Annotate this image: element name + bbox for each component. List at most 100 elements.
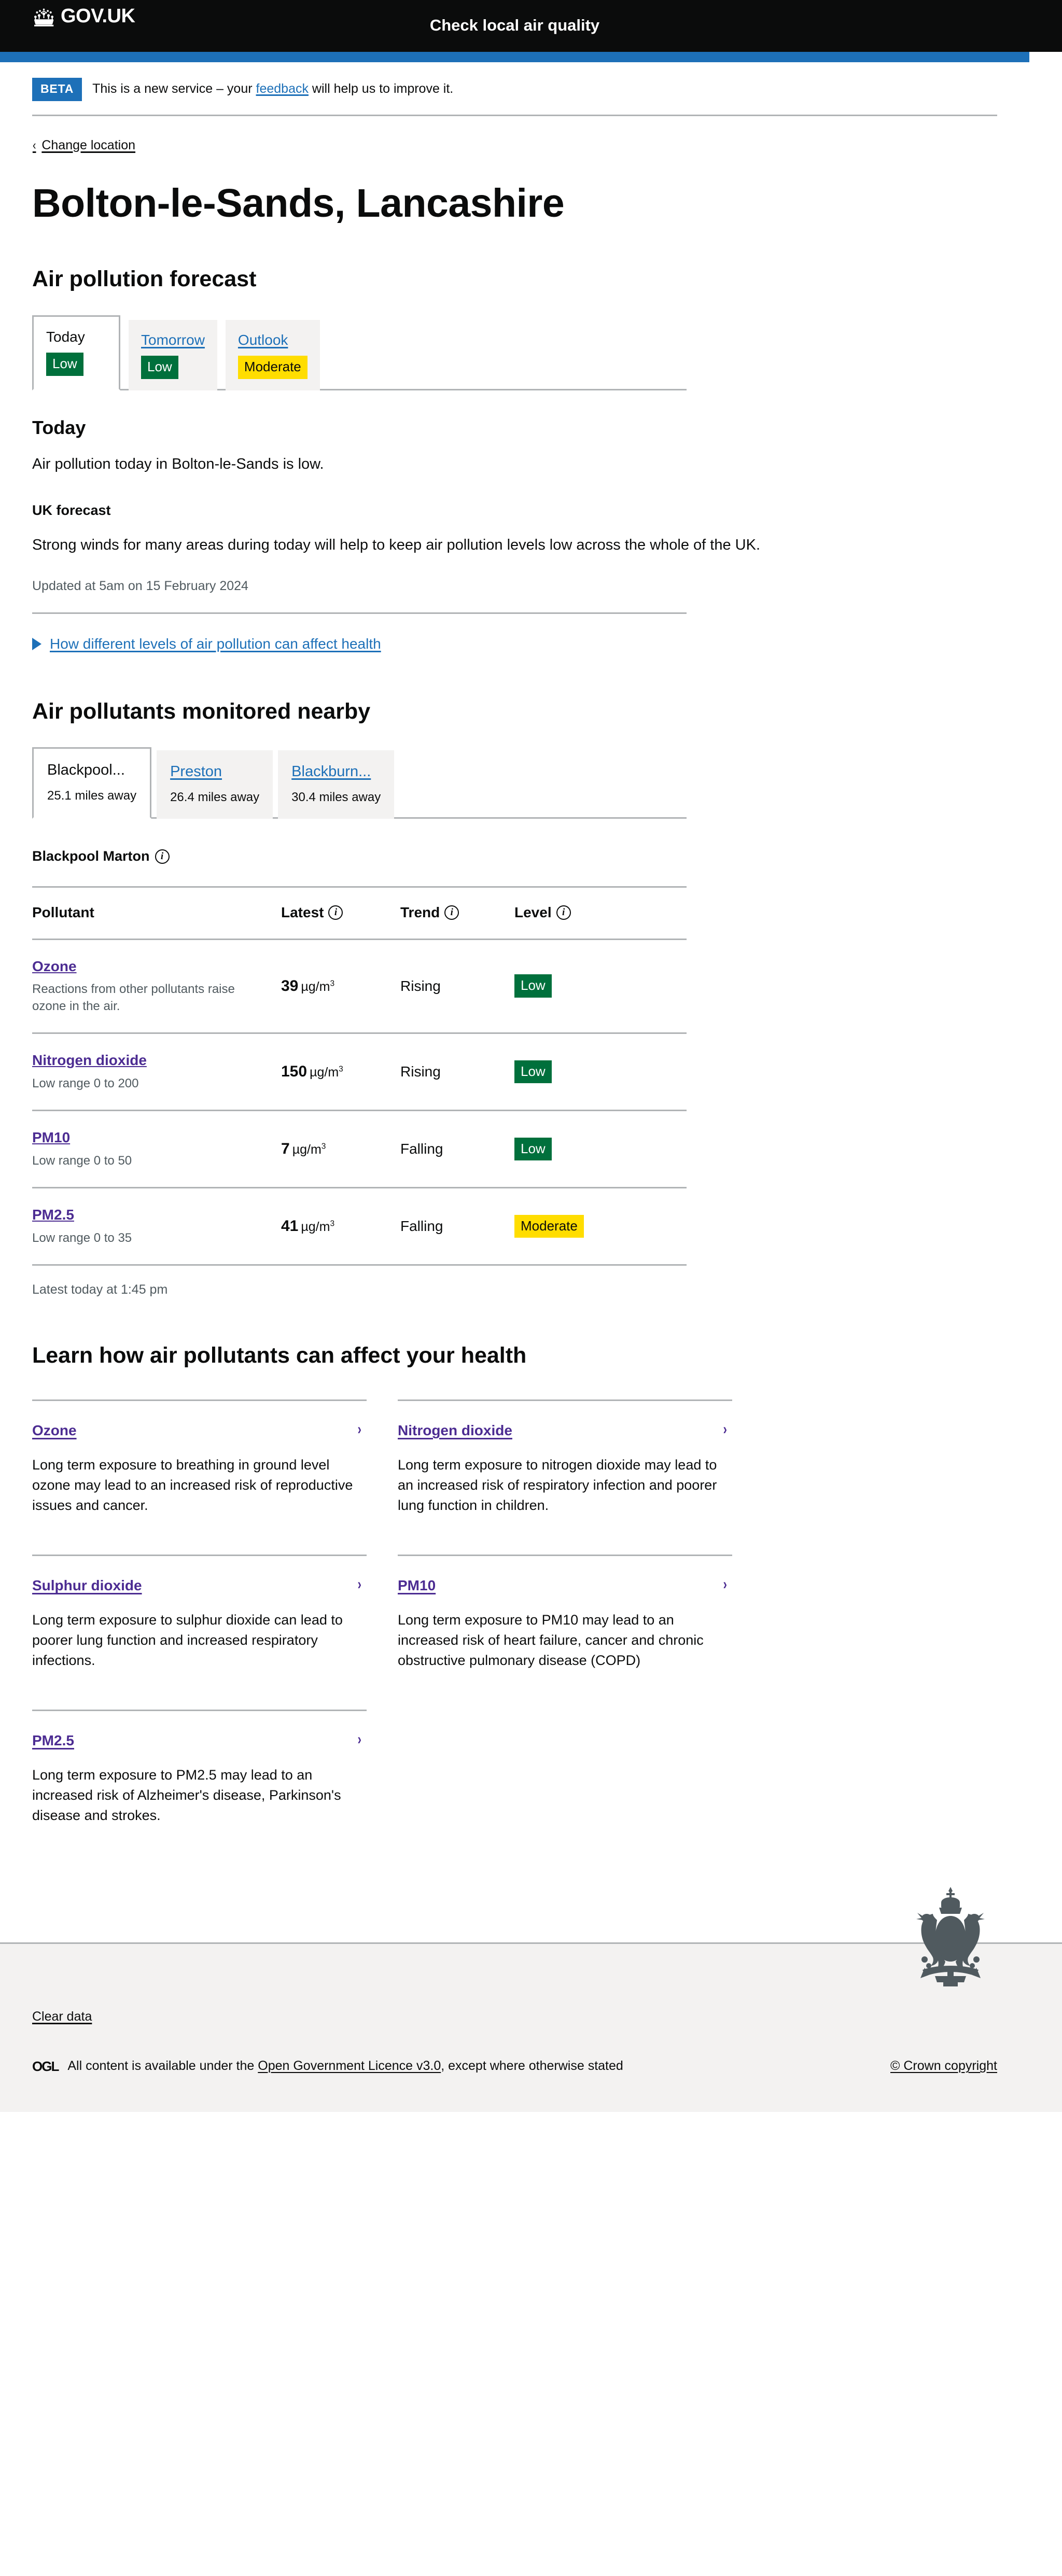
footer-meta: OGL All content is available under the O… bbox=[32, 2059, 997, 2074]
pollutants-heading: Air pollutants monitored nearby bbox=[32, 698, 371, 724]
forecast-tab-panel: Today Air pollution today in Bolton-le-S… bbox=[32, 390, 997, 652]
station-tab-blackburn-name: Blackburn... bbox=[291, 763, 371, 780]
crown-copyright-link[interactable]: © Crown copyright bbox=[890, 2059, 997, 2074]
tab-outlook-badge: Moderate bbox=[237, 356, 308, 379]
forecast-tab-list: Today Low Tomorrow Low Outlook Moderate bbox=[32, 315, 997, 390]
row-no2-pollutant: Nitrogen dioxide Low range 0 to 200 bbox=[32, 1033, 281, 1111]
row-pm25-latest: 41 µg/m3 bbox=[281, 1187, 400, 1266]
station-tab-preston[interactable]: Preston 26.4 miles away bbox=[157, 750, 273, 819]
station-tab-blackpool[interactable]: Blackpool... 25.1 miles away bbox=[32, 747, 152, 819]
pollutant-value-pm10: 7 bbox=[281, 1140, 290, 1157]
chevron-right-icon: › bbox=[723, 1421, 728, 1438]
royal-coat-of-arms-icon bbox=[904, 1885, 997, 1991]
station-tab-blackpool-distance: 25.1 miles away bbox=[47, 789, 137, 803]
beta-tag: BETA bbox=[32, 78, 82, 101]
footer-licence: OGL All content is available under the O… bbox=[32, 2059, 623, 2074]
chevron-left-icon: ‹ bbox=[32, 138, 36, 152]
col-header-pollutant-label: Pollutant bbox=[32, 904, 94, 920]
tab-outlook[interactable]: Outlook Moderate bbox=[225, 319, 320, 390]
health-card-pm25[interactable]: PM2.5 › Long term exposure to PM2.5 may … bbox=[32, 1710, 367, 1865]
clear-data-link[interactable]: Clear data bbox=[32, 2009, 92, 2024]
forecast-updated-text: Updated at 5am on 15 February 2024 bbox=[32, 578, 248, 593]
table-row: PM2.5 Low range 0 to 35 41 µg/m3 Falling … bbox=[32, 1187, 687, 1266]
row-pm25-trend: Falling bbox=[400, 1187, 514, 1266]
change-location-back-link[interactable]: ‹ Change location bbox=[32, 138, 135, 153]
pollutant-value-pm25: 41 bbox=[281, 1217, 299, 1235]
station-tab-blackburn[interactable]: Blackburn... 30.4 miles away bbox=[278, 750, 395, 819]
pollutant-link-pm10[interactable]: PM10 bbox=[32, 1129, 281, 1146]
open-government-licence-link[interactable]: Open Government Licence v3.0 bbox=[258, 2059, 441, 2073]
pollutant-unit-sup-nitrogen-dioxide: 3 bbox=[339, 1065, 343, 1074]
row-no2-trend: Rising bbox=[400, 1033, 514, 1111]
page-title: Bolton-le-Sands, Lancashire bbox=[32, 181, 565, 226]
row-pm10-trend: Falling bbox=[400, 1110, 514, 1188]
row-no2-level: Low bbox=[514, 1033, 687, 1111]
info-icon-latest[interactable]: i bbox=[328, 905, 343, 920]
row-ozone-pollutant: Ozone Reactions from other pollutants ra… bbox=[32, 939, 281, 1034]
pollutant-table-body: Ozone Reactions from other pollutants ra… bbox=[32, 939, 687, 1266]
pollutant-value-ozone: 39 bbox=[281, 977, 299, 995]
row-ozone-level: Low bbox=[514, 939, 687, 1034]
health-card-sulphur-dioxide[interactable]: Sulphur dioxide › Long term exposure to … bbox=[32, 1555, 367, 1710]
col-header-trend: Trend i bbox=[400, 887, 514, 940]
health-card-pm10-title[interactable]: PM10 bbox=[398, 1577, 436, 1594]
tab-tomorrow[interactable]: Tomorrow Low bbox=[129, 319, 217, 390]
station-tab-preston-distance: 26.4 miles away bbox=[170, 790, 260, 805]
pollutant-trend-pm25: Falling bbox=[400, 1217, 443, 1234]
header-blue-bar bbox=[0, 52, 1029, 62]
feedback-link[interactable]: feedback bbox=[256, 81, 309, 96]
footer-licence-text: All content is available under the Open … bbox=[67, 2059, 623, 2074]
health-card-pm10[interactable]: PM10 › Long term exposure to PM10 may le… bbox=[398, 1555, 732, 1710]
health-levels-details-label: How different levels of air pollution ca… bbox=[50, 635, 381, 652]
pollutant-trend-pm10: Falling bbox=[400, 1140, 443, 1157]
uk-forecast-heading: UK forecast bbox=[32, 502, 111, 519]
col-header-level-label: Level bbox=[514, 904, 552, 920]
row-ozone-trend: Rising bbox=[400, 939, 514, 1034]
info-icon-trend[interactable]: i bbox=[444, 905, 459, 920]
pollutant-link-nitrogen-dioxide[interactable]: Nitrogen dioxide bbox=[32, 1052, 281, 1069]
page-footer: Clear data OGL All content is available … bbox=[0, 1887, 1062, 2112]
info-icon-station[interactable]: i bbox=[155, 849, 170, 864]
pollutant-table-head: Pollutant Latest i Trend i Level i bbox=[32, 887, 687, 940]
pollutant-unit-sup-pm25: 3 bbox=[330, 1219, 335, 1228]
info-icon-level[interactable]: i bbox=[556, 905, 571, 920]
tab-outlook-label: Outlook bbox=[237, 331, 288, 348]
health-card-pm10-description: Long term exposure to PM10 may lead to a… bbox=[398, 1612, 704, 1669]
phase-text-after: will help us to improve it. bbox=[308, 81, 454, 96]
table-row: PM10 Low range 0 to 50 7 µg/m3 Falling Lo… bbox=[32, 1110, 687, 1188]
station-heading: Blackpool Marton i bbox=[32, 848, 997, 865]
health-heading: Learn how air pollutants can affect your… bbox=[32, 1342, 527, 1368]
pollutant-unit-sup-ozone: 3 bbox=[330, 979, 335, 988]
health-card-nitrogen-dioxide-title[interactable]: Nitrogen dioxide bbox=[398, 1422, 512, 1439]
table-row: Ozone Reactions from other pollutants ra… bbox=[32, 939, 687, 1034]
col-header-latest: Latest i bbox=[281, 887, 400, 940]
row-pm25-level: Moderate bbox=[514, 1187, 687, 1266]
service-name-link[interactable]: Check local air quality bbox=[0, 16, 1029, 35]
tab-today[interactable]: Today Low bbox=[32, 315, 120, 390]
health-card-nitrogen-dioxide[interactable]: Nitrogen dioxide › Long term exposure to… bbox=[398, 1399, 732, 1555]
station-tab-blackpool-name: Blackpool... bbox=[47, 762, 125, 779]
status-badge-nitrogen-dioxide: Low bbox=[514, 1060, 552, 1084]
health-card-ozone[interactable]: Ozone › Long term exposure to breathing … bbox=[32, 1399, 367, 1555]
forecast-divider bbox=[32, 612, 687, 614]
col-header-latest-label: Latest bbox=[281, 904, 324, 920]
pollutant-unit-sup-pm10: 3 bbox=[321, 1142, 326, 1151]
pollutant-link-pm25[interactable]: PM2.5 bbox=[32, 1206, 281, 1224]
health-card-pm25-description: Long term exposure to PM2.5 may lead to … bbox=[32, 1767, 341, 1824]
pollutant-unit-nitrogen-dioxide: µg/m bbox=[310, 1065, 339, 1080]
phase-text-before: This is a new service – your bbox=[92, 81, 256, 96]
ogl-logo-icon: OGL bbox=[32, 2058, 59, 2074]
row-ozone-latest: 39 µg/m3 bbox=[281, 939, 400, 1034]
health-card-ozone-title[interactable]: Ozone bbox=[32, 1422, 77, 1439]
back-link-label: Change location bbox=[41, 138, 136, 152]
health-card-sulphur-dioxide-title[interactable]: Sulphur dioxide bbox=[32, 1577, 142, 1594]
row-no2-latest: 150 µg/m3 bbox=[281, 1033, 400, 1111]
status-badge-pm10: Low bbox=[514, 1137, 552, 1161]
health-card-pm25-title[interactable]: PM2.5 bbox=[32, 1732, 74, 1749]
status-badge-pm25: Moderate bbox=[514, 1214, 584, 1238]
chevron-right-icon: › bbox=[357, 1731, 362, 1748]
pollutant-link-ozone[interactable]: Ozone bbox=[32, 958, 281, 975]
pollutant-desc-nitrogen-dioxide: Low range 0 to 200 bbox=[32, 1076, 139, 1090]
uk-forecast-text: Strong winds for many areas during today… bbox=[32, 536, 761, 553]
health-levels-details-toggle[interactable]: How different levels of air pollution ca… bbox=[32, 636, 997, 652]
